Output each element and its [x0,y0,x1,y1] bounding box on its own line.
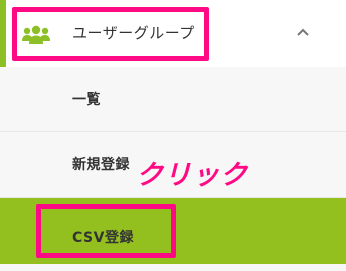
submenu-item-label: 一覧 [72,92,101,108]
submenu-item-list[interactable]: 一覧 [0,67,346,132]
active-accent-bar [0,0,6,67]
header-highlight-box [12,7,209,61]
csv-highlight-box [36,204,176,258]
submenu-bottom-strip [0,264,346,271]
submenu-item-label: 新規登録 [72,157,130,173]
chevron-up-icon[interactable] [296,27,310,37]
click-annotation: クリック [136,160,248,191]
